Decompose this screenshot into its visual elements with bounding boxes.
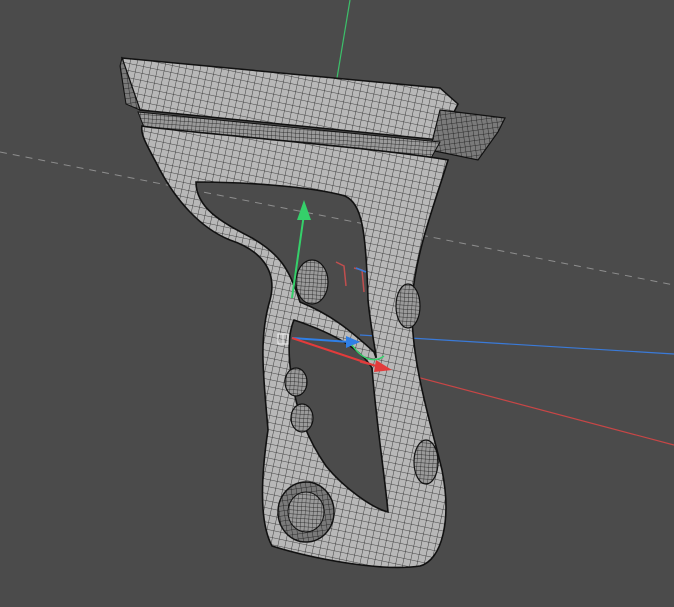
gizmo-y-arrow [297, 200, 311, 220]
gizmo-plane-handles [335, 261, 365, 293]
hole-lower-right [413, 439, 439, 485]
hole-upper-left [295, 259, 329, 305]
foregrip-mesh[interactable] [119, 56, 506, 569]
world-axes [0, 0, 674, 446]
y-axis-line [334, 0, 351, 91]
rail-side-extension [429, 109, 506, 161]
viewport-canvas[interactable] [0, 0, 674, 607]
hole-mid-left-2 [290, 403, 314, 433]
hole-mid-left-1 [284, 367, 308, 397]
hole-bottom-inner [287, 491, 325, 533]
hole-upper-right [395, 283, 421, 329]
3d-viewport[interactable] [0, 0, 674, 607]
